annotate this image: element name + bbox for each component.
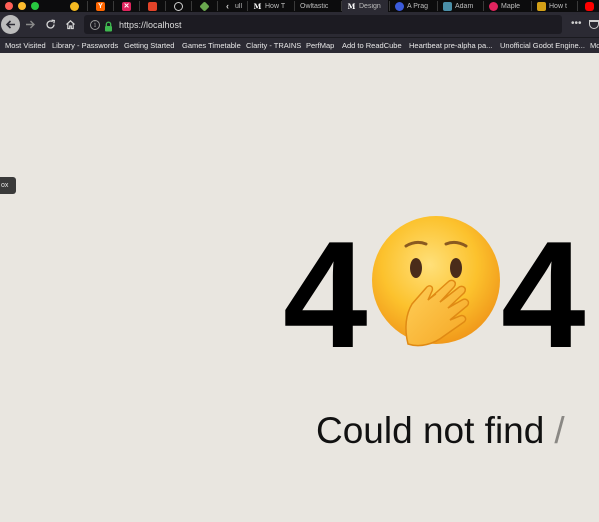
globe-icon (174, 1, 183, 11)
bookmark-clarity-trains[interactable]: Clarity - TRAINS (246, 41, 301, 50)
tab-8[interactable]: M How T (248, 0, 293, 12)
tab-pinned-1[interactable] (62, 0, 87, 12)
navigation-toolbar: i https://localhost ••• (0, 12, 599, 37)
tab-label: A Prag (407, 2, 429, 10)
bookmark-perfmap[interactable]: PerfMap (306, 41, 334, 50)
bookmark-getting-started[interactable]: Getting Started (124, 41, 174, 50)
bookmark-godot-engine[interactable]: Unofficial Godot Engine... (500, 41, 585, 50)
window-minimize-button[interactable] (18, 2, 26, 10)
tab-10[interactable]: M Design (342, 0, 388, 12)
url-text[interactable]: https://localhost (119, 20, 182, 30)
bookmark-most-visited[interactable]: Most Visited (5, 41, 46, 50)
tab-pinned-5[interactable] (166, 0, 191, 12)
tab-13[interactable]: Maple (484, 0, 530, 12)
reload-button[interactable] (41, 15, 60, 34)
circle-icon (395, 1, 404, 11)
godot-diamond-icon (199, 0, 210, 12)
doc-icon (537, 1, 546, 11)
tab-15[interactable] (580, 0, 599, 12)
tab-label: Design (359, 2, 381, 10)
tab-pinned-2[interactable]: Y (88, 0, 113, 12)
home-button[interactable] (61, 15, 80, 34)
tab-9[interactable]: Owltastic (295, 0, 341, 12)
bookmark-library-passwords[interactable]: Library - Passwords (52, 41, 118, 50)
face-with-hand-over-mouth-icon (372, 216, 500, 347)
back-chevron-icon: ‹ (226, 0, 229, 11)
tab-label: Maple (501, 2, 521, 10)
bookmark-add-to-readcube[interactable]: Add to ReadCube (342, 41, 402, 50)
bookmark-heartbeat[interactable]: Heartbeat pre-alpha pa... (409, 41, 492, 50)
info-icon[interactable]: i (90, 19, 100, 30)
tab-pinned-4[interactable] (140, 0, 165, 12)
tab-label: How T (265, 2, 286, 10)
youtube-icon (585, 1, 594, 11)
tab-pinned-6[interactable] (192, 0, 217, 12)
bookmark-overflow[interactable]: Mo (590, 41, 599, 50)
tab-12[interactable]: Adam (438, 0, 482, 12)
lock-icon[interactable] (104, 19, 113, 32)
back-button[interactable] (1, 15, 20, 34)
home-icon (66, 19, 75, 30)
window-close-button[interactable] (5, 2, 13, 10)
medium-icon: M (347, 1, 356, 11)
address-bar[interactable]: i https://localhost (84, 15, 562, 34)
medium-icon: M (253, 1, 262, 11)
bookmark-games-timetable[interactable]: Games Timetable (182, 41, 241, 50)
error-digit-right: 4 (501, 210, 586, 380)
maple-icon (489, 1, 498, 11)
error-digit-left: 4 (283, 210, 368, 380)
clarity-icon: ✕ (122, 1, 131, 11)
back-arrow-icon (5, 20, 15, 29)
forward-button[interactable] (21, 15, 40, 34)
tab-label: How t (549, 2, 567, 10)
chat-bubble-icon (70, 1, 79, 11)
tab-pinned-3[interactable]: ✕ (114, 0, 139, 12)
pocket-icon[interactable] (589, 20, 599, 29)
page-actions-menu-icon[interactable]: ••• (571, 19, 582, 29)
tab-14[interactable]: How t (532, 0, 576, 12)
side-tab[interactable]: ox (0, 177, 16, 194)
tab-label: ull (235, 2, 243, 10)
reload-icon (46, 19, 56, 29)
gitlab-fox-icon (148, 1, 157, 11)
error-message-text: Could not find (316, 410, 545, 451)
y-combinator-icon: Y (96, 1, 105, 11)
tab-11[interactable]: A Prag (390, 0, 436, 12)
window-maximize-button[interactable] (31, 2, 39, 10)
error-path: / (554, 410, 565, 451)
tab-label: Owltastic (300, 2, 329, 10)
forward-arrow-icon (26, 20, 35, 29)
error-message: Could not find / (316, 411, 565, 451)
tab-strip: Y ✕ ‹ ull M How T Owltastic M Design A P… (0, 0, 599, 12)
tab-label: Adam (455, 2, 474, 10)
bookmarks-toolbar: Most Visited Library - Passwords Getting… (0, 37, 599, 53)
adam-icon (443, 1, 452, 11)
tab-7[interactable]: ‹ ull (218, 0, 246, 12)
